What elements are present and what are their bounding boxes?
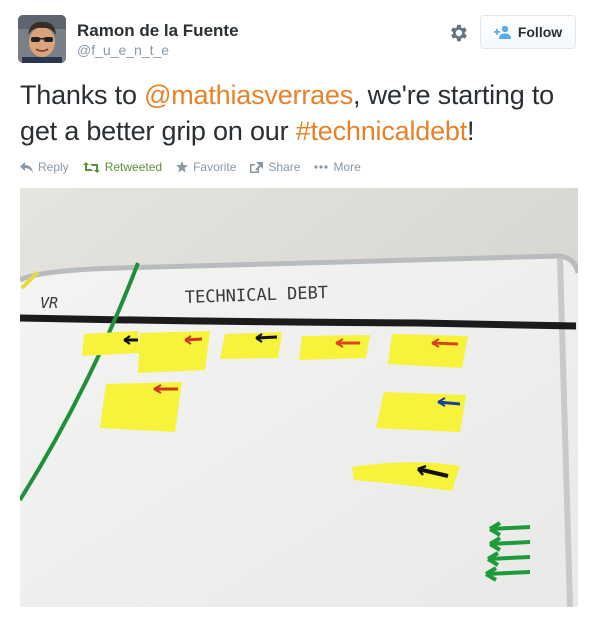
add-user-icon bbox=[493, 25, 511, 39]
user-name[interactable]: Ramon de la Fuente bbox=[77, 21, 239, 41]
share-label: Share bbox=[268, 160, 301, 174]
retweet-icon bbox=[82, 161, 100, 173]
whiteboard-image: TECHNICAL DEBT VR bbox=[20, 188, 578, 607]
gear-icon[interactable] bbox=[447, 22, 469, 44]
star-icon bbox=[176, 161, 189, 173]
reply-label: Reply bbox=[38, 160, 69, 174]
user-handle[interactable]: @f_u_e_n_t_e bbox=[77, 42, 169, 58]
favorite-label: Favorite bbox=[193, 160, 237, 174]
tweet-text-part: Thanks to bbox=[20, 80, 145, 110]
follow-button[interactable]: Follow bbox=[480, 15, 576, 49]
share-button[interactable]: Share bbox=[250, 160, 300, 174]
tweet-text-part: ! bbox=[467, 116, 475, 146]
more-button[interactable]: More bbox=[314, 160, 361, 174]
retweet-label: Retweeted bbox=[104, 160, 163, 174]
mention-link[interactable]: @mathiasverraes bbox=[144, 80, 353, 110]
avatar[interactable] bbox=[18, 15, 66, 63]
reply-icon bbox=[20, 161, 33, 173]
more-label: More bbox=[333, 160, 361, 174]
hashtag-link[interactable]: #technicaldebt bbox=[296, 116, 468, 146]
follow-label: Follow bbox=[517, 24, 563, 40]
tweet-photo[interactable]: TECHNICAL DEBT VR bbox=[20, 188, 578, 607]
reply-button[interactable]: Reply bbox=[20, 160, 69, 174]
retweet-button[interactable]: Retweeted bbox=[82, 160, 163, 174]
share-icon bbox=[250, 161, 264, 173]
tweet-actions: Reply Retweeted Favorite Share More bbox=[20, 160, 375, 174]
more-icon bbox=[314, 165, 329, 169]
favorite-button[interactable]: Favorite bbox=[176, 160, 236, 174]
tweet-text: Thanks to @mathiasverraes, we're startin… bbox=[20, 77, 580, 149]
column-label: VR bbox=[40, 294, 58, 312]
